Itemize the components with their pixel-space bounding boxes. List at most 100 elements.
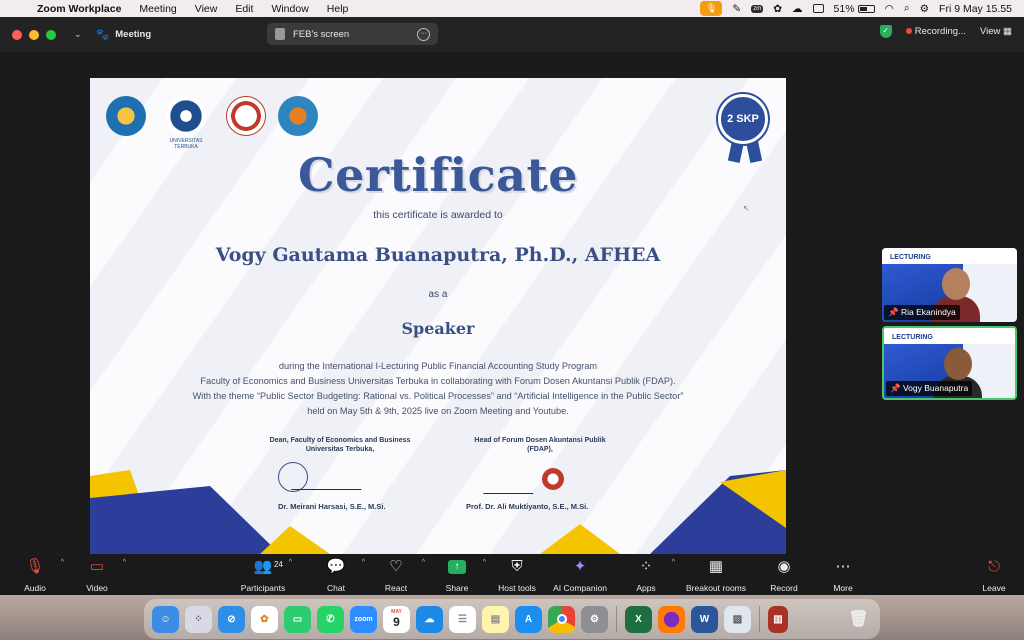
shared-screen-area: UNIVERSITAS TERBUKA 2 SKP Certificate th… [0,52,1024,554]
appstore-icon[interactable]: A [515,605,542,633]
microphone-in-use-icon[interactable]: 🎙 [700,1,723,16]
facetime-icon[interactable]: ▭ [284,605,311,633]
safari-icon[interactable]: ⊘ [218,605,245,633]
breakout-grid-icon: ▦ [708,558,724,575]
pin-icon: 📌 [888,307,899,317]
participants-icon: 👥 [253,558,273,575]
yellow-triangle-right [540,524,620,554]
pin-icon: 📌 [890,383,901,393]
menu-window[interactable]: Window [262,3,317,15]
battery-status[interactable]: 51% [834,3,875,15]
video-off-icon: ▭ [89,558,105,575]
menu-edit[interactable]: Edit [226,3,262,15]
host-tools-label: Host tools [498,583,536,593]
screen-share-label: FEB's screen [293,28,350,40]
share-label: Share [445,583,469,593]
trash-icon[interactable]: 🗑 [845,606,872,633]
ai-companion-button[interactable]: ✦ AI Companion [545,557,615,593]
dock-separator [759,606,760,632]
apps-button[interactable]: ⁘ Apps ^ [611,557,681,593]
dock-separator [616,606,617,632]
excel-icon[interactable]: X [625,605,652,633]
macos-dock: ☺ ⁘ ⊘ ✿ ▭ ✆ zoom MAY 9 ☁ ☰ ▤ A ⚙ X W ▨ ▥ … [144,599,880,639]
pencil-icon[interactable]: ✎ [732,3,741,15]
meeting-title: Meeting [115,29,152,40]
word-icon[interactable]: W [691,605,718,633]
flower-icon[interactable]: ✿ [773,3,782,15]
apps-label: Apps [636,583,656,593]
chevron-down-icon[interactable]: ⌄ [74,29,82,40]
photos-icon[interactable]: ✿ [251,605,278,633]
recording-dot-icon [905,28,912,34]
leave-icon: ⎋ [988,558,1000,575]
apps-icon: ⁘ [639,558,653,575]
security-shield-icon[interactable]: ✓ [879,25,892,38]
book-icon[interactable]: ▥ [768,605,788,633]
desktop-wallpaper: ☺ ⁘ ⊘ ✿ ▭ ✆ zoom MAY 9 ☁ ☰ ▤ A ⚙ X W ▨ ▥ … [0,595,1024,640]
leave-button[interactable]: ⎋ Leave [959,557,1024,593]
apps-caret-icon[interactable]: ^ [672,559,675,566]
yellow-triangle-left [260,526,330,554]
video-tile-vogy[interactable]: LECTURING 📌 Vogy Buanaputra [882,326,1017,400]
reminders-icon[interactable]: ☰ [449,605,476,633]
share-screen-icon: ↑ [448,560,466,574]
react-button[interactable]: ♡ React ^ [361,557,431,593]
recording-indicator[interactable]: Recording... [905,26,966,37]
view-menu-button[interactable]: View ▦ [980,26,1012,37]
shield-icon: ⛨ [511,558,523,575]
maximize-window-button[interactable] [46,29,56,40]
record-icon: ◉ [777,558,791,575]
participant-name: Ria Ekanindya [900,307,956,317]
search-icon[interactable]: ⌕ [904,2,910,15]
settings-icon[interactable]: ⚙ [581,605,608,633]
participants-caret-icon[interactable]: ^ [289,559,292,566]
participant-head [942,268,970,300]
menu-help[interactable]: Help [318,3,358,15]
zoom-menu-icon[interactable]: zm [751,4,764,13]
zoom-title-bar: ⌄ 🐾 Meeting FEB's screen ··· ✓ Recording… [0,17,1024,52]
onedrive-icon[interactable]: ☁ [416,605,443,633]
preview-icon[interactable]: ▨ [724,605,751,633]
firefox-icon[interactable] [658,605,685,633]
record-label: Record [770,583,798,593]
cloud-icon[interactable]: ☁ [792,3,803,15]
breakout-rooms-button[interactable]: ▦ Breakout rooms [681,557,751,593]
close-window-button[interactable] [12,29,22,40]
window-icon[interactable] [812,4,824,13]
video-tile-ria[interactable]: LECTURING 📌 Ria Ekanindya [882,248,1017,322]
control-center-icon[interactable]: ⚙ [920,3,929,15]
zoom-icon[interactable]: zoom [350,605,377,633]
participant-count: 24 [274,560,283,569]
video-options-caret-icon[interactable]: ^ [123,559,126,566]
calendar-icon[interactable]: MAY 9 [383,605,410,633]
more-button[interactable]: ⋯ More [808,557,878,593]
clock[interactable]: Fri 9 May 15.55 [939,3,1012,15]
finder-icon[interactable]: ☺ [152,605,179,633]
audio-label: Audio [24,583,46,593]
video-button[interactable]: ▭ Video ^ [62,557,132,593]
screen-share-pill[interactable]: FEB's screen ··· [267,23,438,45]
participants-label: Participants [240,583,286,593]
leave-label: Leave [982,583,1006,593]
audio-button[interactable]: 🎙 Audio ^ [0,557,70,593]
menu-app-name[interactable]: Zoom Workplace [28,3,130,15]
macos-menu-bar: Zoom Workplace Meeting View Edit Window … [0,0,1024,17]
certificate: UNIVERSITAS TERBUKA 2 SKP Certificate th… [90,78,786,554]
heart-icon: ♡ [389,558,403,575]
participant-name-tag: 📌 Vogy Buanaputra [886,381,973,396]
calendar-day: 9 [393,615,400,629]
launchpad-icon[interactable]: ⁘ [185,605,212,633]
menu-meeting[interactable]: Meeting [130,3,185,15]
host-tools-button[interactable]: ⛨ Host tools [482,557,552,593]
more-options-icon[interactable]: ··· [417,27,430,41]
participants-button[interactable]: 👥 Participants ^ [228,557,298,593]
menu-view[interactable]: View [186,3,227,15]
whatsapp-icon[interactable]: ✆ [317,605,344,633]
minimize-window-button[interactable] [29,29,39,40]
notes-icon[interactable]: ▤ [482,605,509,633]
more-label: More [833,583,853,593]
wifi-icon[interactable]: ◠ [885,3,894,15]
blue-shape-left [90,486,280,554]
participant-head [944,348,972,380]
chrome-icon[interactable] [548,605,575,633]
